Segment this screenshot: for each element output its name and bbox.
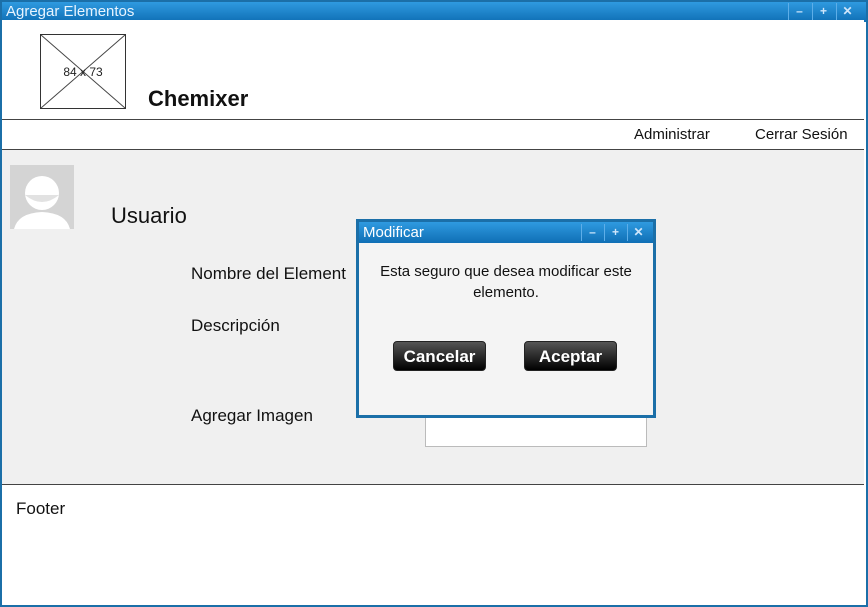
maximize-icon[interactable]: + bbox=[812, 3, 834, 20]
logo-placeholder-label: 84 x 73 bbox=[63, 65, 103, 79]
close-icon[interactable]: ✕ bbox=[836, 3, 858, 20]
label-nombre-elemento: Nombre del Element bbox=[191, 264, 346, 283]
avatar bbox=[10, 165, 74, 229]
modify-dialog: Modificar – + ✕ Esta seguro que desea mo… bbox=[356, 219, 656, 418]
page-header: 84 x 73 Chemixer bbox=[2, 20, 864, 119]
window-title: Agregar Elementos bbox=[6, 3, 135, 20]
label-agregar-imagen: Agregar Imagen bbox=[191, 406, 313, 425]
dialog-message: Esta seguro que desea modificar este ele… bbox=[380, 263, 632, 301]
dialog-titlebar[interactable]: Modificar – + ✕ bbox=[359, 222, 653, 243]
window-titlebar[interactable]: Agregar Elementos – + ✕ bbox=[2, 2, 866, 22]
image-input-field[interactable] bbox=[425, 416, 647, 447]
accept-button[interactable]: Aceptar bbox=[524, 341, 617, 371]
label-descripcion: Descripción bbox=[191, 316, 280, 335]
logo-placeholder: 84 x 73 bbox=[40, 34, 126, 109]
dialog-maximize-icon[interactable]: + bbox=[604, 224, 626, 241]
username-heading: Usuario bbox=[111, 203, 187, 228]
brand-name: Chemixer bbox=[148, 86, 249, 111]
dialog-close-icon[interactable]: ✕ bbox=[627, 224, 649, 241]
nav-link-cerrar-sesion[interactable]: Cerrar Sesión bbox=[755, 126, 848, 143]
navbar: Administrar Cerrar Sesión bbox=[2, 119, 864, 150]
dialog-minimize-icon[interactable]: – bbox=[581, 224, 603, 241]
nav-link-administrar[interactable]: Administrar bbox=[634, 126, 710, 143]
footer: Footer bbox=[2, 484, 864, 603]
cancel-button[interactable]: Cancelar bbox=[393, 341, 486, 371]
user-icon bbox=[10, 165, 74, 229]
minimize-icon[interactable]: – bbox=[788, 3, 810, 20]
dialog-title: Modificar bbox=[363, 224, 424, 241]
footer-text: Footer bbox=[16, 499, 66, 518]
